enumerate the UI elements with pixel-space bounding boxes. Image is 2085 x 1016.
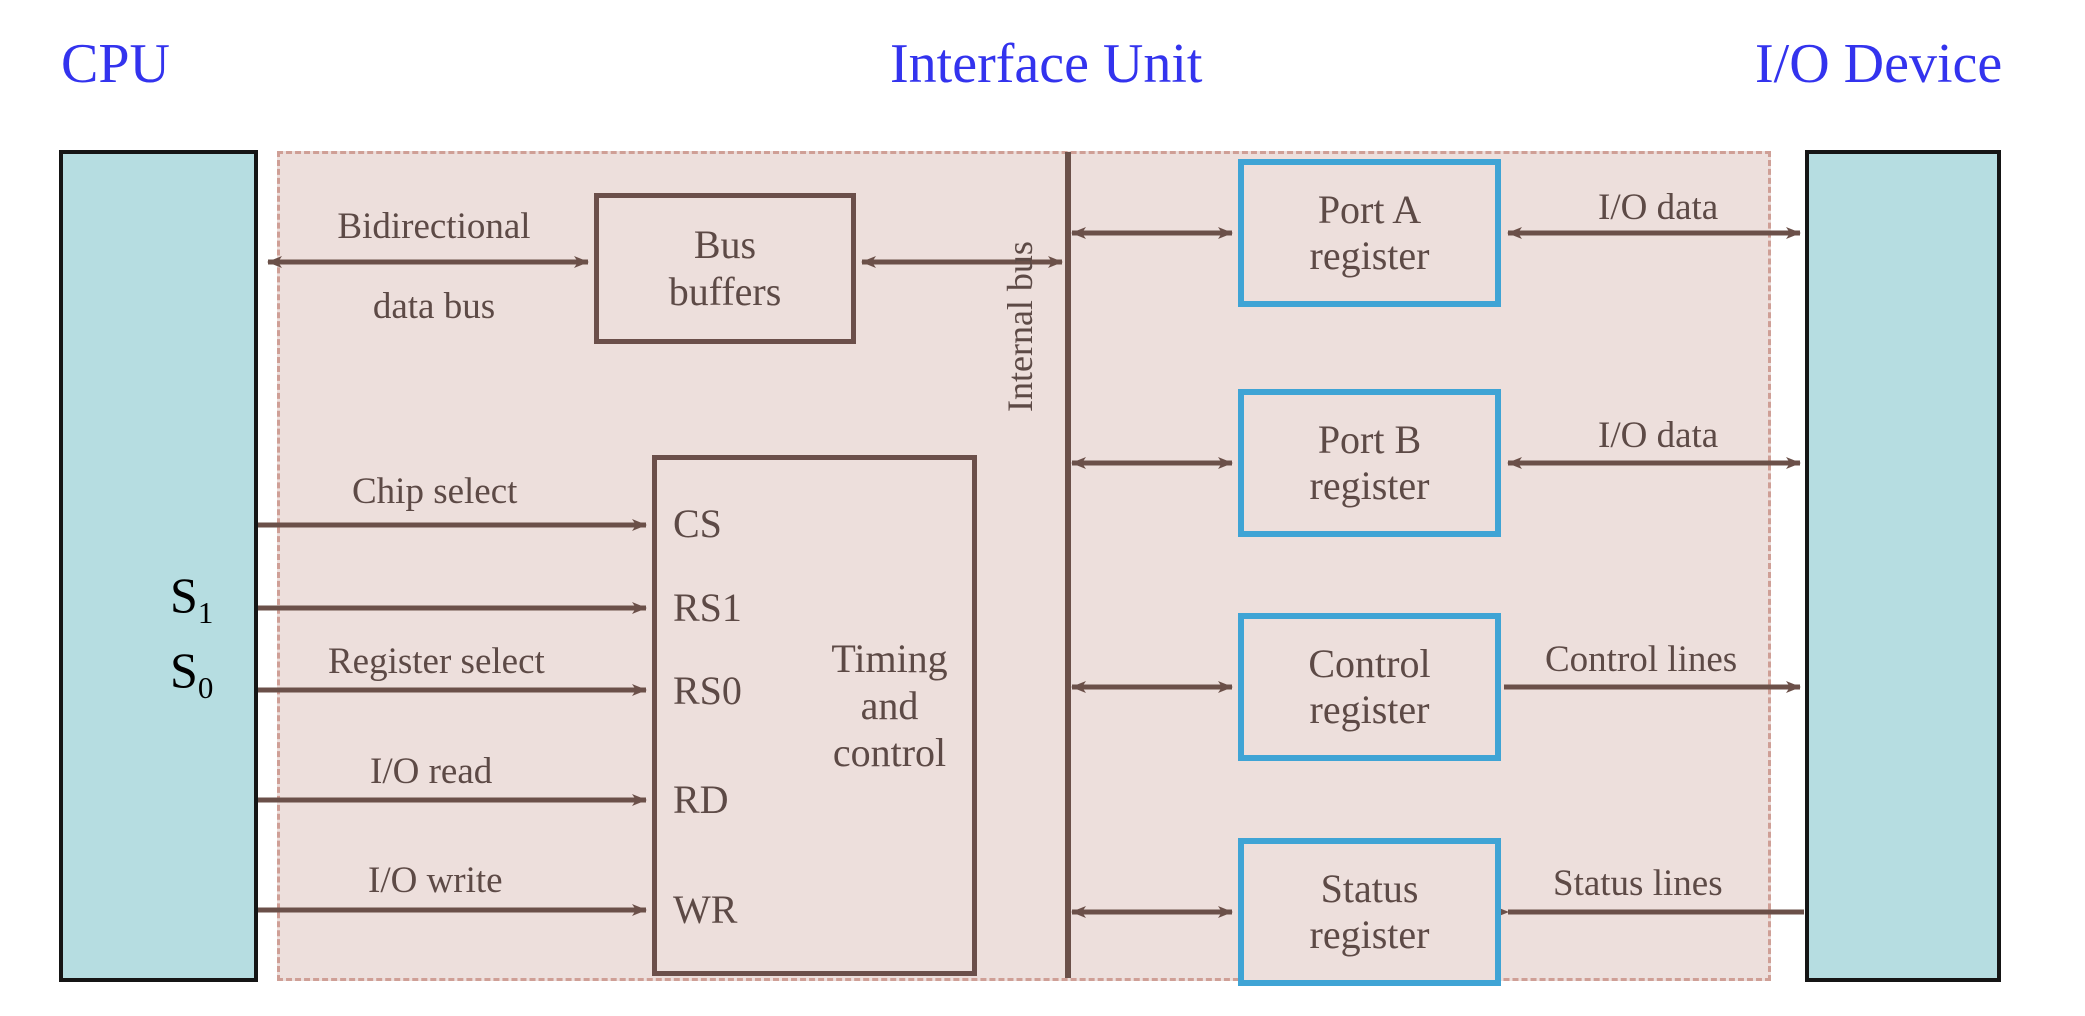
signal-s1-subscript: 1: [197, 595, 214, 630]
internal-bus-label: Internal bus: [1000, 241, 1040, 412]
control-lines-label: Control lines: [1545, 639, 1738, 680]
signal-s1-label: S1: [170, 570, 213, 628]
signal-s0-label: S0: [170, 645, 213, 703]
timing-control-line-3: control: [832, 730, 947, 776]
bidirectional-data-bus-line-1: Bidirectional: [337, 206, 531, 247]
status-lines-label: Status lines: [1553, 863, 1723, 904]
io-interface-diagram: CPU Interface Unit I/O Device S1 S0 Bus …: [0, 0, 2085, 1016]
pin-rs0: RS0: [673, 668, 742, 713]
io-data-port-a-label: I/O data: [1598, 187, 1719, 228]
bidirectional-data-bus-label: Bidirectional data bus: [310, 205, 558, 328]
bus-buffers-box: Bus buffers: [594, 193, 856, 344]
signal-s0-subscript: 0: [197, 670, 214, 705]
control-register-line-1: Control: [1308, 640, 1431, 686]
cpu-block: [59, 150, 258, 982]
port-a-register-line-1: Port A: [1317, 186, 1422, 232]
pin-rs1: RS1: [673, 585, 742, 630]
port-a-register-box: Port A register: [1238, 159, 1501, 307]
bus-buffers-line-2: buffers: [668, 268, 782, 314]
timing-control-line-1: Timing: [831, 636, 948, 681]
pin-rd: RD: [673, 777, 729, 822]
io-write-label: I/O write: [368, 860, 503, 901]
status-register-line-1: Status: [1320, 865, 1419, 911]
pin-wr: WR: [673, 887, 738, 932]
io-device-heading: I/O Device: [1755, 33, 2003, 95]
port-a-register-line-2: register: [1309, 233, 1430, 278]
cpu-heading: CPU: [61, 33, 170, 95]
control-register-box: Control register: [1238, 613, 1501, 761]
interface-unit-heading: Interface Unit: [890, 33, 1203, 95]
port-b-register-line-2: register: [1309, 463, 1430, 508]
register-select-label: Register select: [328, 641, 545, 682]
chip-select-label: Chip select: [352, 471, 518, 512]
port-b-register-line-1: Port B: [1317, 416, 1422, 462]
status-register-box: Status register: [1238, 838, 1501, 986]
io-read-label: I/O read: [370, 751, 493, 792]
bidirectional-data-bus-line-2: data bus: [372, 285, 496, 327]
signal-s0-base: S: [170, 642, 198, 698]
timing-control-caption: Timing and control: [802, 635, 977, 777]
control-register-line-2: register: [1309, 687, 1430, 732]
bus-buffers-line-1: Bus: [693, 222, 757, 268]
signal-s1-base: S: [170, 567, 198, 623]
timing-and-control-box: CS RS1 RS0 RD WR Timing and control: [652, 455, 977, 976]
io-device-block: [1805, 150, 2001, 982]
port-b-register-box: Port B register: [1238, 389, 1501, 537]
status-register-line-2: register: [1309, 912, 1430, 957]
io-data-port-b-label: I/O data: [1598, 415, 1719, 456]
pin-cs: CS: [673, 501, 722, 546]
timing-control-line-2: and: [860, 683, 919, 729]
